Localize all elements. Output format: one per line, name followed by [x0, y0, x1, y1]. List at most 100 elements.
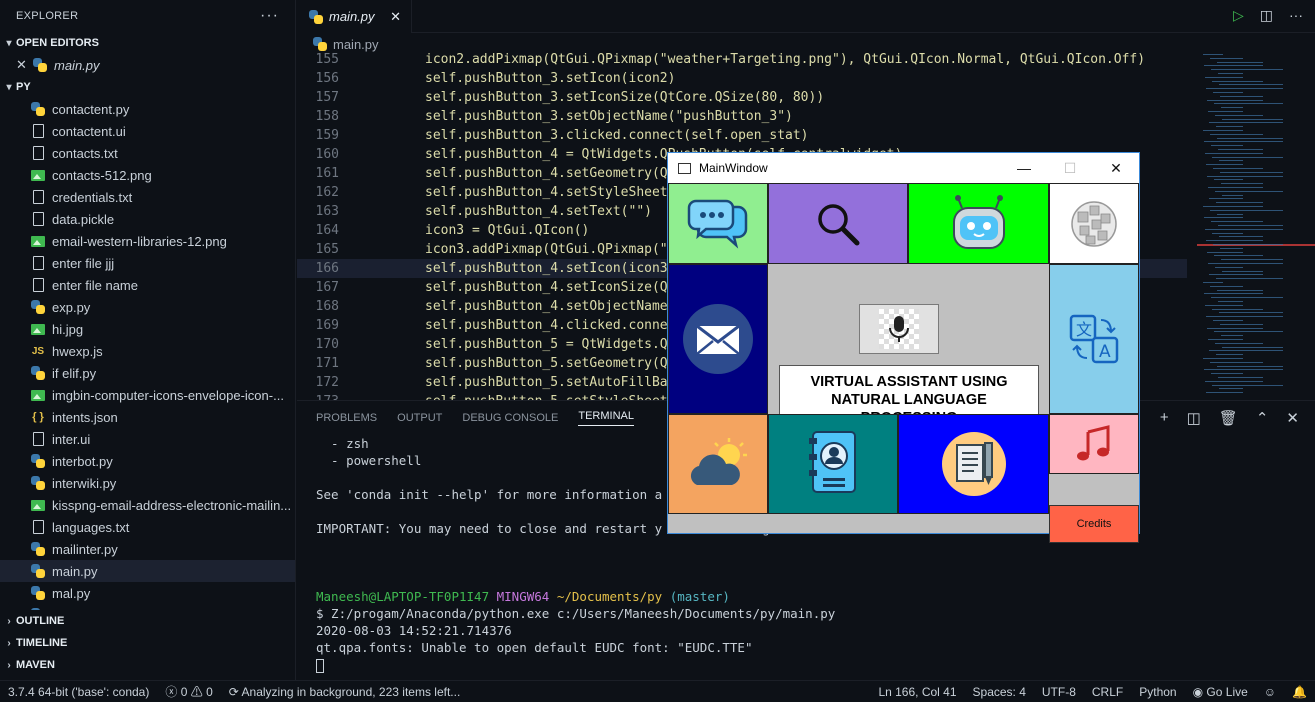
- file-item[interactable]: main.py: [0, 560, 295, 582]
- close-icon[interactable]: ✕: [16, 57, 32, 73]
- explorer-sidebar: EXPLORER ··· ▾ OPEN EDITORS ✕ main.py ▾ …: [0, 0, 296, 680]
- panel-tab[interactable]: OUTPUT: [397, 412, 442, 424]
- code-line[interactable]: 158 self.pushButton_3.setObjectName("push…: [297, 107, 1187, 126]
- trash-icon[interactable]: 🗑: [1219, 409, 1238, 427]
- code-line[interactable]: 155 icon2.addPixmap(QtGui.QPixmap("weathe…: [297, 50, 1187, 69]
- line-number: 161: [315, 166, 339, 181]
- minimap[interactable]: [1197, 50, 1315, 400]
- encoding[interactable]: UTF-8: [1034, 685, 1084, 699]
- end-of-line[interactable]: CRLF: [1084, 685, 1131, 699]
- file-item[interactable]: mailinter.py: [0, 538, 295, 560]
- file-item[interactable]: contacts-512.png: [0, 164, 295, 186]
- qt-title-bar[interactable]: MainWindow — ☐ ✕: [668, 153, 1139, 183]
- close-icon[interactable]: ✕: [1093, 160, 1139, 177]
- credits-button[interactable]: Credits: [1049, 505, 1139, 543]
- search-button[interactable]: [768, 183, 908, 264]
- minimap-line: [1211, 145, 1243, 147]
- more-actions-icon[interactable]: ···: [260, 7, 279, 25]
- file-item[interactable]: languages.txt: [0, 516, 295, 538]
- file-item[interactable]: email-western-libraries-12.png: [0, 230, 295, 252]
- microphone-button[interactable]: [859, 304, 939, 354]
- add-terminal-icon[interactable]: +: [1160, 409, 1169, 427]
- python-interpreter[interactable]: 3.7.4 64-bit ('base': conda): [0, 685, 157, 699]
- minimap-line: [1210, 209, 1283, 211]
- json-icon: { }: [32, 411, 44, 423]
- panel-tab[interactable]: TERMINAL: [578, 410, 634, 426]
- minimize-icon[interactable]: —: [1001, 160, 1047, 177]
- open-editor-item[interactable]: ✕ main.py: [0, 54, 295, 76]
- close-panel-icon[interactable]: ✕: [1286, 409, 1299, 427]
- email-button[interactable]: [668, 264, 768, 414]
- file-item[interactable]: JS hwexp.js: [0, 340, 295, 362]
- feedback-icon[interactable]: ☺: [1256, 685, 1284, 699]
- file-item[interactable]: exp.py: [0, 296, 295, 318]
- code-text: self.pushButton_3.setObjectName("pushBut…: [425, 109, 793, 124]
- timeline-section[interactable]: › TIMELINE: [0, 632, 296, 654]
- minimap-line: [1209, 274, 1263, 276]
- outline-label: OUTLINE: [16, 615, 65, 627]
- minimap-line: [1212, 80, 1263, 82]
- file-item[interactable]: kisspng-email-address-electronic-mailin.…: [0, 494, 295, 516]
- file-item[interactable]: inter.ui: [0, 428, 295, 450]
- music-button[interactable]: [1049, 414, 1139, 474]
- maximize-icon: ☐: [1063, 159, 1077, 176]
- file-item[interactable]: contactent.py: [0, 98, 295, 120]
- file-item[interactable]: data.pickle: [0, 208, 295, 230]
- file-item[interactable]: enter file name: [0, 274, 295, 296]
- file-item[interactable]: enter file jjj: [0, 252, 295, 274]
- file-item[interactable]: if elif.py: [0, 362, 295, 384]
- maven-section[interactable]: › MAVEN: [0, 654, 296, 676]
- run-icon[interactable]: ▷: [1233, 7, 1244, 24]
- problems-status[interactable]: ⓧ 0 ⚠ 0: [157, 683, 220, 700]
- minimap-line: [1203, 130, 1243, 131]
- more-actions-icon[interactable]: ···: [1289, 7, 1303, 24]
- chatbot-button[interactable]: [908, 183, 1049, 264]
- notes-button[interactable]: [898, 414, 1049, 514]
- weather-button[interactable]: [668, 414, 768, 514]
- file-label: kisspng-email-address-electronic-mailin.…: [52, 497, 292, 513]
- split-editor-icon[interactable]: ◫: [1260, 7, 1273, 24]
- split-terminal-icon[interactable]: ◫: [1187, 409, 1201, 427]
- file-item[interactable]: imgbin-computer-icons-envelope-icon-...: [0, 384, 295, 406]
- chevron-down-icon: ▾: [6, 81, 12, 93]
- file-label: enter file jjj: [52, 255, 115, 271]
- file-item[interactable]: interwiki.py: [0, 472, 295, 494]
- notifications-icon[interactable]: 🔔: [1284, 685, 1315, 699]
- panel-tab[interactable]: PROBLEMS: [316, 412, 377, 424]
- cursor-position[interactable]: Ln 166, Col 41: [870, 685, 964, 699]
- minimap-line: [1204, 65, 1263, 67]
- code-line[interactable]: 156 self.pushButton_3.setIcon(icon2): [297, 69, 1187, 88]
- code-text: self.pushButton_4.setObjectName: [425, 299, 668, 314]
- close-icon[interactable]: ✕: [390, 9, 401, 25]
- indentation[interactable]: Spaces: 4: [965, 685, 1034, 699]
- file-item[interactable]: contacts.txt: [0, 142, 295, 164]
- go-live-button[interactable]: ◉ Go Live: [1185, 685, 1256, 699]
- file-item[interactable]: { } intents.json: [0, 406, 295, 428]
- file-item[interactable]: credentials.txt: [0, 186, 295, 208]
- language-mode[interactable]: Python: [1131, 685, 1184, 699]
- minimap-line: [1203, 358, 1243, 359]
- contacts-button[interactable]: [768, 414, 898, 514]
- folder-py-section[interactable]: ▾ PY: [0, 76, 295, 98]
- panel-tab[interactable]: DEBUG CONSOLE: [462, 412, 558, 424]
- minimap-line: [1210, 57, 1243, 59]
- outline-section[interactable]: › OUTLINE: [0, 610, 296, 632]
- file-item[interactable]: interbot.py: [0, 450, 295, 472]
- file-item[interactable]: contactent.ui: [0, 120, 295, 142]
- open-editors-section[interactable]: ▾ OPEN EDITORS: [0, 32, 295, 54]
- tab-main-py[interactable]: main.py ✕: [297, 0, 412, 33]
- file-item[interactable]: hi.jpg: [0, 318, 295, 340]
- code-line[interactable]: 157 self.pushButton_3.setIconSize(QtCore.…: [297, 88, 1187, 107]
- code-line[interactable]: 159 self.pushButton_3.clicked.connect(sel…: [297, 126, 1187, 145]
- translate-button[interactable]: 文 A: [1049, 264, 1139, 414]
- minimap-line: [1212, 384, 1283, 386]
- wikipedia-button[interactable]: [1049, 183, 1139, 264]
- file-label: intents.json: [52, 409, 118, 425]
- maven-label: MAVEN: [16, 659, 55, 671]
- terminal-line: qt.qpa.fonts: Unable to open default EUD…: [316, 640, 753, 655]
- maximize-panel-icon[interactable]: ⌃: [1256, 409, 1269, 427]
- file-label: contactent.py: [52, 101, 130, 117]
- file-item[interactable]: mal.py: [0, 582, 295, 604]
- code-text: self.pushButton_4.clicked.connec: [425, 318, 676, 333]
- chat-button[interactable]: [668, 183, 768, 264]
